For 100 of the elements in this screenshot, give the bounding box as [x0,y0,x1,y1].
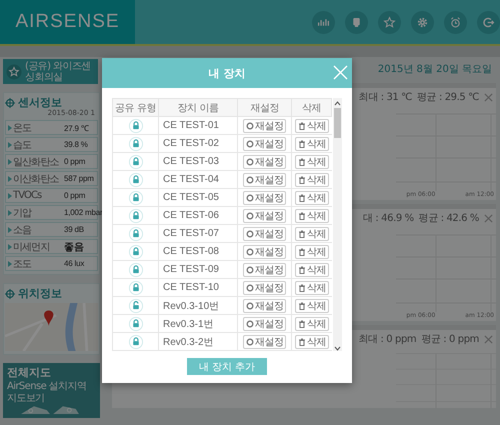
trash-icon [298,176,306,184]
sensor-label: 일산화탄소 [13,156,59,168]
reset-button[interactable]: 재설정 [242,226,286,240]
delete-button[interactable]: 삭제 [294,226,329,240]
reset-button[interactable]: 재설정 [242,136,286,150]
trash-icon [298,320,306,328]
delete-button[interactable]: 삭제 [294,298,329,312]
gear-icon [246,194,254,202]
gear-icon [246,284,254,292]
caret-up-icon[interactable] [334,101,341,106]
sensor-value: 39 dB [64,225,84,234]
scrollbar-thumb[interactable] [334,108,341,138]
delete-button[interactable]: 삭제 [294,316,329,330]
trash-icon [298,248,306,256]
trash-icon [298,158,306,166]
gear-icon [246,140,254,148]
device-name: CE TEST-08 [158,242,238,260]
sensor-value: 27.9 ℃ [64,123,89,133]
device-name: CE TEST-04 [158,170,238,188]
device-name: Rev0.3-10번 [158,296,238,314]
close-icon[interactable] [484,92,493,102]
sensor-value: 46 lux [64,259,84,268]
crosshair-icon [5,98,15,108]
delete-button[interactable]: 삭제 [294,136,329,150]
trash-icon [298,122,306,130]
reset-button[interactable]: 재설정 [242,208,286,222]
delete-button[interactable]: 삭제 [294,208,329,222]
delete-button[interactable]: 삭제 [294,172,329,186]
sensor-value: 좋음 [64,240,84,254]
gear-icon [246,248,254,256]
star-icon [6,64,22,80]
caret-icon [8,142,12,148]
date-label: 2015년 8월 20일 목요일 [378,63,493,77]
max-reading: 최대 : 0 ppm [358,333,416,346]
close-icon[interactable] [484,214,493,222]
caret-down-icon[interactable] [334,346,341,351]
delete-button[interactable]: 삭제 [294,118,329,132]
column-header: 재설정 [238,98,292,116]
reset-button[interactable]: 재설정 [242,172,286,186]
reset-button[interactable]: 재설정 [242,244,286,258]
sensor-label: 습도 [13,138,32,152]
column-header: 삭제 [292,98,332,116]
caret-icon [8,158,12,164]
close-icon[interactable] [484,334,493,344]
crosshair-icon [5,288,15,298]
scrollbar[interactable] [333,98,342,351]
card-title: 전체지도 [7,365,52,380]
reset-button[interactable]: 재설정 [242,316,286,330]
delete-button[interactable]: 삭제 [294,190,329,204]
gear-icon [246,338,254,346]
delete-button[interactable]: 삭제 [294,154,329,168]
reset-button[interactable]: 재설정 [242,190,286,204]
device-icon[interactable] [345,10,368,34]
favorite-title: (공유) 와이즈센싱회의실 [25,60,92,82]
caret-icon [8,260,12,266]
gear-icon [246,266,254,274]
device-name: CE TEST-07 [158,224,238,242]
sensor-label: 소음 [13,224,32,236]
delete-button[interactable]: 삭제 [294,244,329,258]
reset-button[interactable]: 재설정 [242,262,286,276]
column-header: 공유 유형 [112,98,158,116]
delete-button[interactable]: 삭제 [294,334,329,348]
dialog-title: 내 장치 [208,66,246,80]
card-subtitle: AirSense 설치지역 지도보기 [7,381,88,404]
reset-button[interactable]: 재설정 [242,334,286,348]
delete-button[interactable]: 삭제 [294,280,329,294]
logout-icon[interactable] [477,10,500,34]
sensor-label: 미세먼지 [13,240,50,254]
trash-icon [298,212,306,220]
sensor-value: 0 ppm [64,191,86,200]
device-name: CE TEST-06 [158,206,238,224]
device-name: CE TEST-02 [158,134,238,152]
reset-button[interactable]: 재설정 [242,298,286,312]
sensor-label: TVOCs [13,190,42,201]
trash-icon [298,338,306,346]
chart-icon[interactable] [312,10,335,34]
trash-icon [298,140,306,148]
max-reading: 최대 : 31 ℃ [358,91,412,104]
logo: AIRSENSE [0,0,135,44]
gear-icon [246,212,254,220]
reset-button[interactable]: 재설정 [242,280,286,294]
card-title: 센서정보 [18,95,62,110]
device-name: CE TEST-10 [158,278,238,296]
reset-button[interactable]: 재설정 [242,118,286,132]
close-button[interactable] [333,65,348,80]
average-reading: 평균 : 42.6 % [418,212,479,225]
gear-icon [246,230,254,238]
sensor-label: 온도 [13,122,32,134]
gear-icon [246,302,254,310]
delete-button[interactable]: 삭제 [294,262,329,276]
reset-button[interactable]: 재설정 [242,154,286,168]
gear-icon [246,320,254,328]
alarm-clock-icon[interactable] [444,10,467,34]
sensor-value: 1,002 mbar [64,208,102,217]
settings-icon[interactable] [411,10,434,34]
trash-icon [298,266,306,274]
card-title: 위치정보 [18,286,62,301]
average-reading: 평균 : 0 ppm [421,333,479,346]
trash-icon [298,302,306,310]
caret-icon [8,124,12,130]
